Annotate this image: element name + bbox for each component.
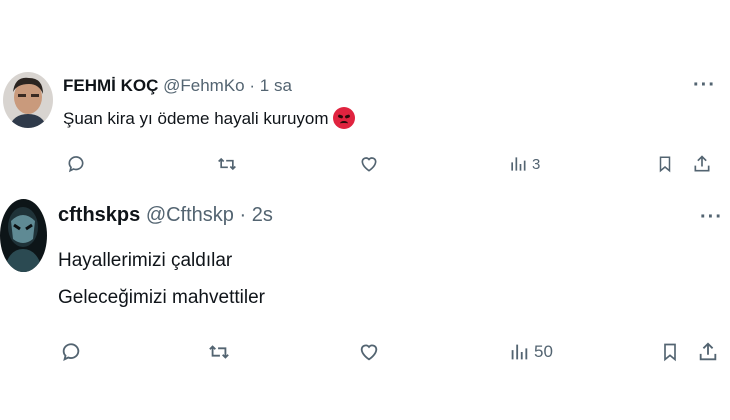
share-button[interactable]: [697, 341, 719, 363]
more-icon[interactable]: ···: [693, 75, 716, 95]
share-icon: [694, 155, 710, 172]
tweet-text-line: Geleceğimizi mahvettiler: [58, 287, 265, 308]
tweet-text-line: Şuan kira yı ödeme hayali kuruyom: [63, 109, 329, 128]
angry-face-icon: [332, 107, 355, 129]
retweet-icon: [218, 157, 236, 171]
views-icon: [511, 157, 526, 171]
tweet-text-line: Hayallerimizi çaldılar: [58, 250, 233, 271]
tweet-header: cfthskps @Cfthskp · 2s: [58, 204, 273, 227]
tweet[interactable]: FEHMİ KOÇ @FehmKo · 1 sa ··· Şuan kira y…: [0, 66, 730, 188]
bookmark-icon: [664, 343, 676, 362]
tweet-header: FEHMİ KOÇ @FehmKo · 1 sa: [63, 76, 292, 96]
avatar[interactable]: [3, 72, 53, 128]
like-icon: [361, 157, 377, 172]
timestamp[interactable]: 2s: [252, 204, 273, 226]
separator-dot: ·: [249, 76, 256, 95]
views-button[interactable]: 3: [508, 154, 540, 174]
user-name[interactable]: cfthskps: [58, 204, 140, 226]
bookmark-button[interactable]: [660, 341, 680, 363]
reply-icon: [68, 156, 84, 173]
like-button[interactable]: [359, 154, 379, 174]
retweet-button[interactable]: [207, 341, 231, 363]
timestamp[interactable]: 1 sa: [260, 76, 292, 95]
bookmark-icon: [659, 156, 671, 173]
bookmark-button[interactable]: [656, 154, 674, 174]
reply-button[interactable]: [66, 154, 86, 174]
more-icon[interactable]: ···: [700, 207, 723, 227]
like-button[interactable]: [358, 341, 380, 363]
separator-dot: ·: [239, 204, 247, 226]
user-handle[interactable]: @FehmKo: [163, 76, 245, 95]
reply-button[interactable]: [60, 341, 82, 363]
avatar[interactable]: [0, 199, 47, 272]
user-name[interactable]: FEHMİ KOÇ: [63, 76, 158, 95]
retweet-button[interactable]: [216, 154, 238, 174]
views-count: 50: [534, 342, 553, 361]
views-button[interactable]: 50: [508, 341, 553, 363]
views-icon: [511, 344, 528, 360]
like-icon: [360, 344, 378, 361]
tweet-text: Hayallerimizi çaldılar Geleceğimizi mahv…: [58, 242, 265, 316]
share-button[interactable]: [692, 154, 712, 174]
tweet[interactable]: cfthskps @Cfthskp · 2s ··· Hayallerimizi…: [0, 192, 730, 382]
views-count: 3: [532, 155, 541, 173]
user-handle[interactable]: @Cfthskp: [146, 204, 234, 226]
tweet-text: Şuan kira yı ödeme hayali kuruyom: [63, 107, 355, 129]
share-icon: [699, 342, 717, 361]
retweet-icon: [209, 345, 229, 359]
reply-icon: [62, 343, 80, 362]
